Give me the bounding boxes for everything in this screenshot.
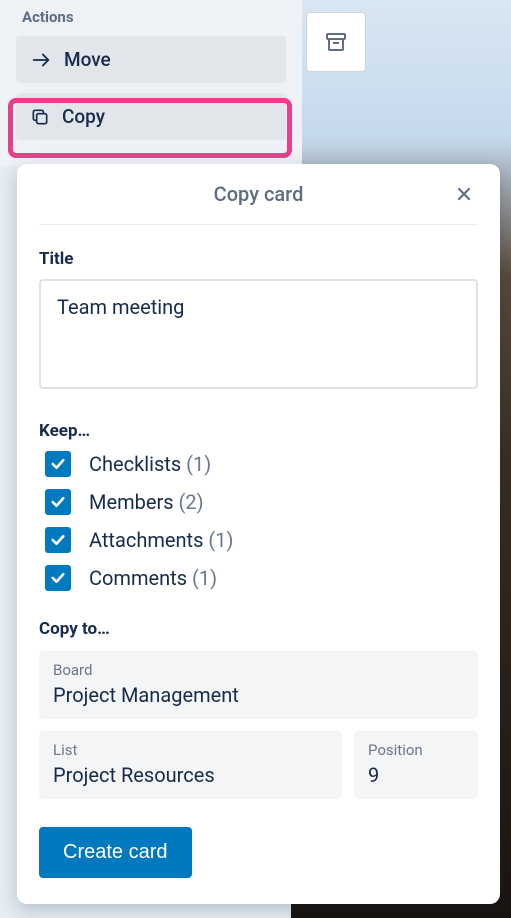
archive-icon (306, 12, 366, 72)
list-sublabel: List (53, 741, 328, 759)
keep-comments-row: Comments (1) (39, 565, 478, 591)
copy-label: Copy (62, 105, 105, 128)
copy-button[interactable]: Copy (16, 93, 286, 140)
keep-comments-label: Comments (1) (89, 566, 217, 590)
checkmark-icon (49, 455, 67, 473)
board-sublabel: Board (53, 661, 464, 679)
move-button[interactable]: Move (16, 36, 286, 83)
copy-to-label: Copy to… (39, 619, 478, 639)
keep-attachments-checkbox[interactable] (45, 527, 71, 553)
keep-label: Keep… (39, 421, 478, 441)
checkmark-icon (49, 531, 67, 549)
keep-checklists-label: Checklists (1) (89, 452, 211, 476)
position-value: 9 (368, 763, 464, 787)
keep-checklists-row: Checklists (1) (39, 451, 478, 477)
close-icon (454, 184, 474, 204)
checkmark-icon (49, 493, 67, 511)
board-value: Project Management (53, 683, 464, 707)
checkmark-icon (49, 569, 67, 587)
copy-card-modal: Copy card Title Keep… Checklists (1) (17, 164, 500, 904)
keep-attachments-row: Attachments (1) (39, 527, 478, 553)
move-label: Move (64, 48, 111, 71)
keep-members-checkbox[interactable] (45, 489, 71, 515)
actions-sidebar: Actions Move Copy (0, 0, 302, 166)
copy-icon (30, 107, 50, 127)
list-select[interactable]: List Project Resources (39, 731, 342, 799)
position-select[interactable]: Position 9 (354, 731, 478, 799)
keep-members-label: Members (2) (89, 490, 204, 514)
keep-attachments-label: Attachments (1) (89, 528, 233, 552)
board-select[interactable]: Board Project Management (39, 651, 478, 719)
position-sublabel: Position (368, 741, 464, 759)
actions-heading: Actions (16, 8, 286, 26)
create-card-button[interactable]: Create card (39, 827, 192, 878)
close-button[interactable] (450, 180, 478, 208)
keep-checklist: Checklists (1) Members (2) Attachments (… (39, 451, 478, 591)
title-input[interactable] (39, 279, 478, 389)
list-value: Project Resources (53, 763, 328, 787)
modal-title: Copy card (214, 182, 304, 206)
list-position-row: List Project Resources Position 9 (39, 731, 478, 799)
keep-members-row: Members (2) (39, 489, 478, 515)
keep-checklists-checkbox[interactable] (45, 451, 71, 477)
modal-header: Copy card (39, 182, 478, 225)
title-label: Title (39, 249, 478, 269)
arrow-right-icon (30, 49, 52, 71)
keep-comments-checkbox[interactable] (45, 565, 71, 591)
